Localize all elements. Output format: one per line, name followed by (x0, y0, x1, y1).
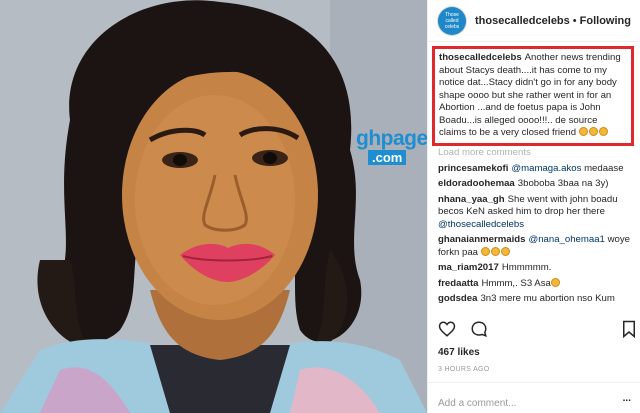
comment-icon[interactable] (470, 320, 488, 343)
laughing-emoji-icon (550, 277, 560, 287)
comment-text: medaase (584, 162, 624, 174)
heart-icon[interactable] (438, 320, 456, 343)
comment-mention[interactable]: @nana_ohemaa1 (528, 234, 604, 245)
comment-username[interactable]: nhana_yaa_gh (438, 194, 505, 205)
comment-text: Hmmmmm. (501, 262, 552, 273)
comment-text: 3boboba 3baa na 3y) (517, 178, 609, 189)
laughing-emoji-icon (480, 246, 511, 258)
comment-item: fredaatta Hmmm,. S3 Asa (438, 277, 636, 291)
watermark-domain: .com (368, 150, 407, 165)
comment-username[interactable]: godsdea (438, 293, 477, 304)
ghpage-watermark-logo: ghpage .com (356, 127, 428, 167)
comment-item: eldoradoohemaa 3boboba 3baa na 3y) (438, 178, 636, 191)
load-more-comments-link[interactable]: Load more comments (438, 147, 636, 160)
avatar-text: Those called celebs (444, 11, 460, 30)
laughing-emoji-icon (578, 127, 609, 138)
comment-text: Hmmm,. S3 Asa (481, 277, 551, 289)
comment-username[interactable]: fredaatta (438, 278, 479, 289)
comment-item: nhana_yaa_gh She went with john boadu bec… (438, 194, 636, 232)
likes-count[interactable]: 467 likes (438, 347, 480, 358)
comment-item: princesamekofi @mamaga.akos medaase (438, 163, 636, 176)
comment-mention[interactable]: @thosecalledcelebs (438, 219, 524, 230)
caption-username[interactable]: thosecalledcelebs (439, 52, 522, 63)
post-actions-bar (438, 320, 638, 342)
comment-username[interactable]: princesamekofi (438, 163, 508, 174)
post-details-panel: Those called celebs thosecalledcelebs • … (427, 0, 640, 413)
comment-item: ghanaianmermaids @nana_ohemaa1 woye forkn… (438, 234, 636, 259)
watermark-text: ghpage (356, 127, 428, 150)
separator-dot: • (572, 14, 577, 27)
post-caption: thosecalledcelebs Another news trending a… (432, 46, 634, 146)
post-header: Those called celebs thosecalledcelebs • … (428, 0, 640, 42)
post-timestamp: 3 HOURS AGO (438, 366, 490, 373)
post-photo[interactable] (0, 0, 427, 413)
more-options-icon[interactable]: ... (623, 393, 631, 404)
comment-username[interactable]: eldoradoohemaa (438, 178, 515, 189)
comment-username[interactable]: ma_riam2017 (438, 262, 499, 273)
comment-item: ma_riam2017 Hmmmmm. (438, 262, 636, 275)
caption-text: Another news trending about Stacys death… (439, 52, 621, 138)
bookmark-icon[interactable] (620, 320, 638, 343)
add-comment-placeholder: Add a comment... (438, 398, 517, 409)
portrait-image (0, 0, 427, 413)
add-comment-field[interactable]: Add a comment... ... (428, 382, 640, 413)
comment-text: 3n3 mere mu abortion nso Kum (480, 293, 615, 304)
comment-username[interactable]: ghanaianmermaids (438, 234, 525, 245)
comment-mention[interactable]: @mamaga.akos (511, 163, 581, 174)
post-username[interactable]: thosecalledcelebs (475, 15, 570, 27)
comment-item: godsdea 3n3 mere mu abortion nso Kum (438, 293, 636, 305)
avatar[interactable]: Those called celebs (438, 6, 466, 35)
following-button[interactable]: Following (580, 15, 631, 27)
comments-list: thosecalledcelebs Another news trending a… (432, 46, 636, 305)
